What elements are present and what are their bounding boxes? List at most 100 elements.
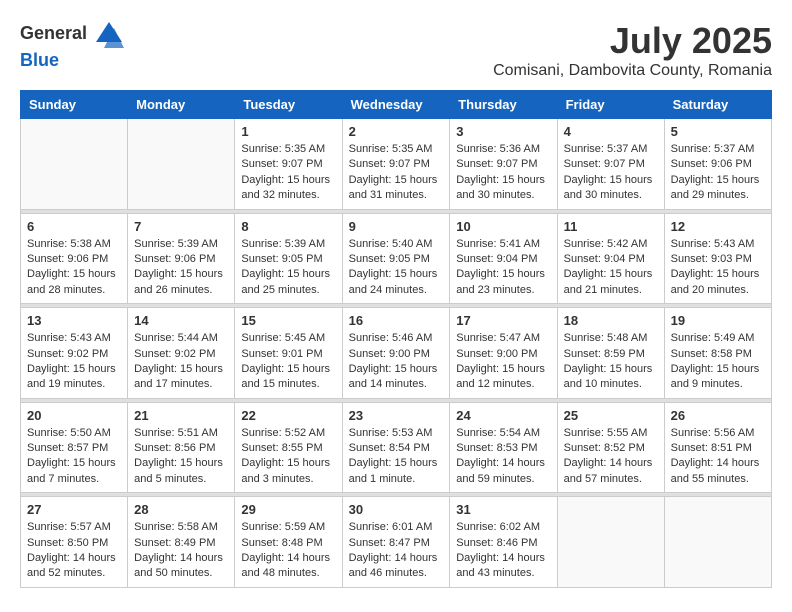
day-number: 24 [456, 408, 550, 423]
day-number: 10 [456, 219, 550, 234]
day-number: 26 [671, 408, 765, 423]
weekday-header-wednesday: Wednesday [342, 91, 450, 119]
weekday-header-friday: Friday [557, 91, 664, 119]
day-number: 8 [241, 219, 335, 234]
page-header: General Blue July 2025 Comisani, Dambovi… [20, 20, 772, 80]
day-info: Sunrise: 5:41 AM Sunset: 9:04 PM Dayligh… [456, 237, 550, 299]
logo: General Blue [20, 20, 126, 71]
calendar-day-cell: 13 Sunrise: 5:43 AM Sunset: 9:02 PM Dayli… [21, 308, 128, 399]
weekday-header-monday: Monday [128, 91, 235, 119]
calendar-day-cell: 31 Sunrise: 6:02 AM Sunset: 8:46 PM Dayli… [450, 497, 557, 588]
day-number: 14 [134, 313, 228, 328]
calendar-day-cell [21, 119, 128, 210]
day-info: Sunrise: 5:35 AM Sunset: 9:07 PM Dayligh… [241, 142, 335, 204]
calendar-day-cell: 29Sunrise: 5:59 AM Sunset: 8:48 PM Dayli… [235, 497, 342, 588]
calendar-day-cell: 1 Sunrise: 5:35 AM Sunset: 9:07 PM Daylig… [235, 119, 342, 210]
calendar-table: SundayMondayTuesdayWednesdayThursdayFrid… [20, 90, 772, 588]
title-block: July 2025 Comisani, Dambovita County, Ro… [493, 20, 772, 80]
calendar-day-cell [557, 497, 664, 588]
day-number: 13 [27, 313, 121, 328]
day-info: Sunrise: 5:56 AM Sunset: 8:51 PM Dayligh… [671, 426, 765, 488]
day-info: Sunrise: 5:38 AM Sunset: 9:06 PM Dayligh… [27, 237, 121, 299]
day-number: 31 [456, 502, 550, 517]
day-number: 11 [564, 219, 658, 234]
day-number: 9 [349, 219, 444, 234]
day-number: 6 [27, 219, 121, 234]
day-number: 15 [241, 313, 335, 328]
month-title: July 2025 [493, 20, 772, 62]
day-info: Sunrise: 5:36 AM Sunset: 9:07 PM Dayligh… [456, 142, 550, 204]
calendar-week-row: 1 Sunrise: 5:35 AM Sunset: 9:07 PM Daylig… [21, 119, 772, 210]
day-number: 17 [456, 313, 550, 328]
calendar-day-cell: 25 Sunrise: 5:55 AM Sunset: 8:52 PM Dayli… [557, 402, 664, 493]
calendar-day-cell: 5 Sunrise: 5:37 AM Sunset: 9:06 PM Daylig… [664, 119, 771, 210]
day-info: Sunrise: 6:01 AM Sunset: 8:47 PM Dayligh… [349, 520, 444, 582]
day-number: 30 [349, 502, 444, 517]
weekday-header-tuesday: Tuesday [235, 91, 342, 119]
calendar-day-cell: 11 Sunrise: 5:42 AM Sunset: 9:04 PM Dayli… [557, 213, 664, 304]
day-info: Sunrise: 5:37 AM Sunset: 9:06 PM Dayligh… [671, 142, 765, 204]
calendar-day-cell: 17 Sunrise: 5:47 AM Sunset: 9:00 PM Dayli… [450, 308, 557, 399]
day-info: Sunrise: 5:35 AM Sunset: 9:07 PM Dayligh… [349, 142, 444, 204]
calendar-day-cell: 20Sunrise: 5:50 AM Sunset: 8:57 PM Dayli… [21, 402, 128, 493]
day-info: Sunrise: 5:54 AM Sunset: 8:53 PM Dayligh… [456, 426, 550, 488]
day-info: Sunrise: 5:47 AM Sunset: 9:00 PM Dayligh… [456, 331, 550, 393]
calendar-day-cell: 12 Sunrise: 5:43 AM Sunset: 9:03 PM Dayli… [664, 213, 771, 304]
day-info: Sunrise: 5:40 AM Sunset: 9:05 PM Dayligh… [349, 237, 444, 299]
logo-general-text: General [20, 23, 87, 43]
day-info: Sunrise: 5:50 AM Sunset: 8:57 PM Dayligh… [27, 426, 121, 488]
day-number: 5 [671, 124, 765, 139]
day-info: Sunrise: 5:53 AM Sunset: 8:54 PM Dayligh… [349, 426, 444, 488]
day-info: Sunrise: 5:55 AM Sunset: 8:52 PM Dayligh… [564, 426, 658, 488]
weekday-header-saturday: Saturday [664, 91, 771, 119]
day-info: Sunrise: 5:37 AM Sunset: 9:07 PM Dayligh… [564, 142, 658, 204]
calendar-day-cell: 19Sunrise: 5:49 AM Sunset: 8:58 PM Dayli… [664, 308, 771, 399]
day-info: Sunrise: 5:43 AM Sunset: 9:03 PM Dayligh… [671, 237, 765, 299]
day-info: Sunrise: 5:52 AM Sunset: 8:55 PM Dayligh… [241, 426, 335, 488]
weekday-header-row: SundayMondayTuesdayWednesdayThursdayFrid… [21, 91, 772, 119]
calendar-day-cell: 23Sunrise: 5:53 AM Sunset: 8:54 PM Dayli… [342, 402, 450, 493]
day-number: 7 [134, 219, 228, 234]
day-info: Sunrise: 6:02 AM Sunset: 8:46 PM Dayligh… [456, 520, 550, 582]
day-number: 12 [671, 219, 765, 234]
day-number: 2 [349, 124, 444, 139]
calendar-day-cell: 22Sunrise: 5:52 AM Sunset: 8:55 PM Dayli… [235, 402, 342, 493]
day-number: 25 [564, 408, 658, 423]
day-info: Sunrise: 5:59 AM Sunset: 8:48 PM Dayligh… [241, 520, 335, 582]
calendar-week-row: 13 Sunrise: 5:43 AM Sunset: 9:02 PM Dayli… [21, 308, 772, 399]
calendar-day-cell: 10 Sunrise: 5:41 AM Sunset: 9:04 PM Dayli… [450, 213, 557, 304]
calendar-day-cell [664, 497, 771, 588]
calendar-day-cell: 27Sunrise: 5:57 AM Sunset: 8:50 PM Dayli… [21, 497, 128, 588]
day-number: 4 [564, 124, 658, 139]
calendar-day-cell: 14Sunrise: 5:44 AM Sunset: 9:02 PM Dayli… [128, 308, 235, 399]
day-info: Sunrise: 5:45 AM Sunset: 9:01 PM Dayligh… [241, 331, 335, 393]
day-info: Sunrise: 5:42 AM Sunset: 9:04 PM Dayligh… [564, 237, 658, 299]
day-number: 21 [134, 408, 228, 423]
day-info: Sunrise: 5:43 AM Sunset: 9:02 PM Dayligh… [27, 331, 121, 393]
logo-icon [94, 20, 124, 50]
weekday-header-sunday: Sunday [21, 91, 128, 119]
calendar-day-cell: 2 Sunrise: 5:35 AM Sunset: 9:07 PM Daylig… [342, 119, 450, 210]
calendar-day-cell: 28Sunrise: 5:58 AM Sunset: 8:49 PM Dayli… [128, 497, 235, 588]
day-info: Sunrise: 5:57 AM Sunset: 8:50 PM Dayligh… [27, 520, 121, 582]
calendar-day-cell: 30 Sunrise: 6:01 AM Sunset: 8:47 PM Dayli… [342, 497, 450, 588]
day-number: 18 [564, 313, 658, 328]
calendar-week-row: 6 Sunrise: 5:38 AM Sunset: 9:06 PM Daylig… [21, 213, 772, 304]
calendar-day-cell: 15 Sunrise: 5:45 AM Sunset: 9:01 PM Dayli… [235, 308, 342, 399]
calendar-day-cell: 26 Sunrise: 5:56 AM Sunset: 8:51 PM Dayli… [664, 402, 771, 493]
location-title: Comisani, Dambovita County, Romania [493, 62, 772, 80]
calendar-day-cell: 24 Sunrise: 5:54 AM Sunset: 8:53 PM Dayli… [450, 402, 557, 493]
calendar-day-cell: 9 Sunrise: 5:40 AM Sunset: 9:05 PM Daylig… [342, 213, 450, 304]
calendar-day-cell [128, 119, 235, 210]
day-number: 19 [671, 313, 765, 328]
day-info: Sunrise: 5:46 AM Sunset: 9:00 PM Dayligh… [349, 331, 444, 393]
weekday-header-thursday: Thursday [450, 91, 557, 119]
day-info: Sunrise: 5:48 AM Sunset: 8:59 PM Dayligh… [564, 331, 658, 393]
day-number: 1 [241, 124, 335, 139]
calendar-day-cell: 6 Sunrise: 5:38 AM Sunset: 9:06 PM Daylig… [21, 213, 128, 304]
logo-blue-text: Blue [20, 50, 59, 70]
calendar-week-row: 20Sunrise: 5:50 AM Sunset: 8:57 PM Dayli… [21, 402, 772, 493]
day-number: 28 [134, 502, 228, 517]
calendar-day-cell: 4 Sunrise: 5:37 AM Sunset: 9:07 PM Daylig… [557, 119, 664, 210]
calendar-day-cell: 3Sunrise: 5:36 AM Sunset: 9:07 PM Daylig… [450, 119, 557, 210]
